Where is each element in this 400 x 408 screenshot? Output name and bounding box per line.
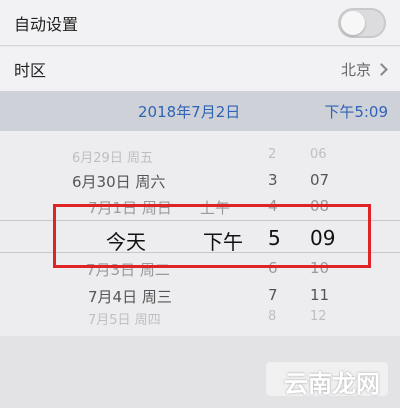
timezone-value: 北京 <box>340 60 371 79</box>
picker-minute: 06 <box>310 147 327 162</box>
auto-set-label: 自动设置 <box>14 14 79 34</box>
picker-minute: 12 <box>310 309 327 324</box>
picker-hour: 2 <box>268 147 277 162</box>
selection-highlight-box <box>53 204 371 268</box>
watermark: 云南龙网 <box>266 362 388 398</box>
picker-date: 7月5日 周四 <box>88 313 161 328</box>
picker-hour: 8 <box>268 309 277 324</box>
picker-minute: 11 <box>310 286 330 304</box>
timezone-row[interactable]: 时区 北京 <box>0 47 400 91</box>
picker-hour: 7 <box>268 286 278 304</box>
picker-date: 7月4日 周三 <box>88 288 172 306</box>
bottom-area: 云南龙网 <box>0 336 400 408</box>
picker-date: 6月29日 周五 <box>72 151 153 166</box>
chevron-right-icon <box>375 62 388 76</box>
watermark-text: 云南龙网 <box>284 369 380 398</box>
selected-date: 2018年7月2日 <box>138 102 241 121</box>
picker-date: 6月30日 周六 <box>72 173 166 191</box>
picker-hour: 3 <box>268 171 278 189</box>
timezone-label: 时区 <box>14 61 47 80</box>
toggle-knob <box>341 10 365 35</box>
picker-minute: 07 <box>310 171 330 189</box>
auto-set-toggle[interactable] <box>338 7 386 38</box>
selected-datetime-bar[interactable]: 2018年7月2日 下午5:09 <box>0 91 400 131</box>
timezone-value-group: 北京 <box>340 59 388 80</box>
auto-set-row: 自动设置 <box>0 0 400 46</box>
picker-row[interactable]: 7月5日 周四 8 12 <box>0 309 400 336</box>
selected-time: 下午5:09 <box>324 102 388 121</box>
